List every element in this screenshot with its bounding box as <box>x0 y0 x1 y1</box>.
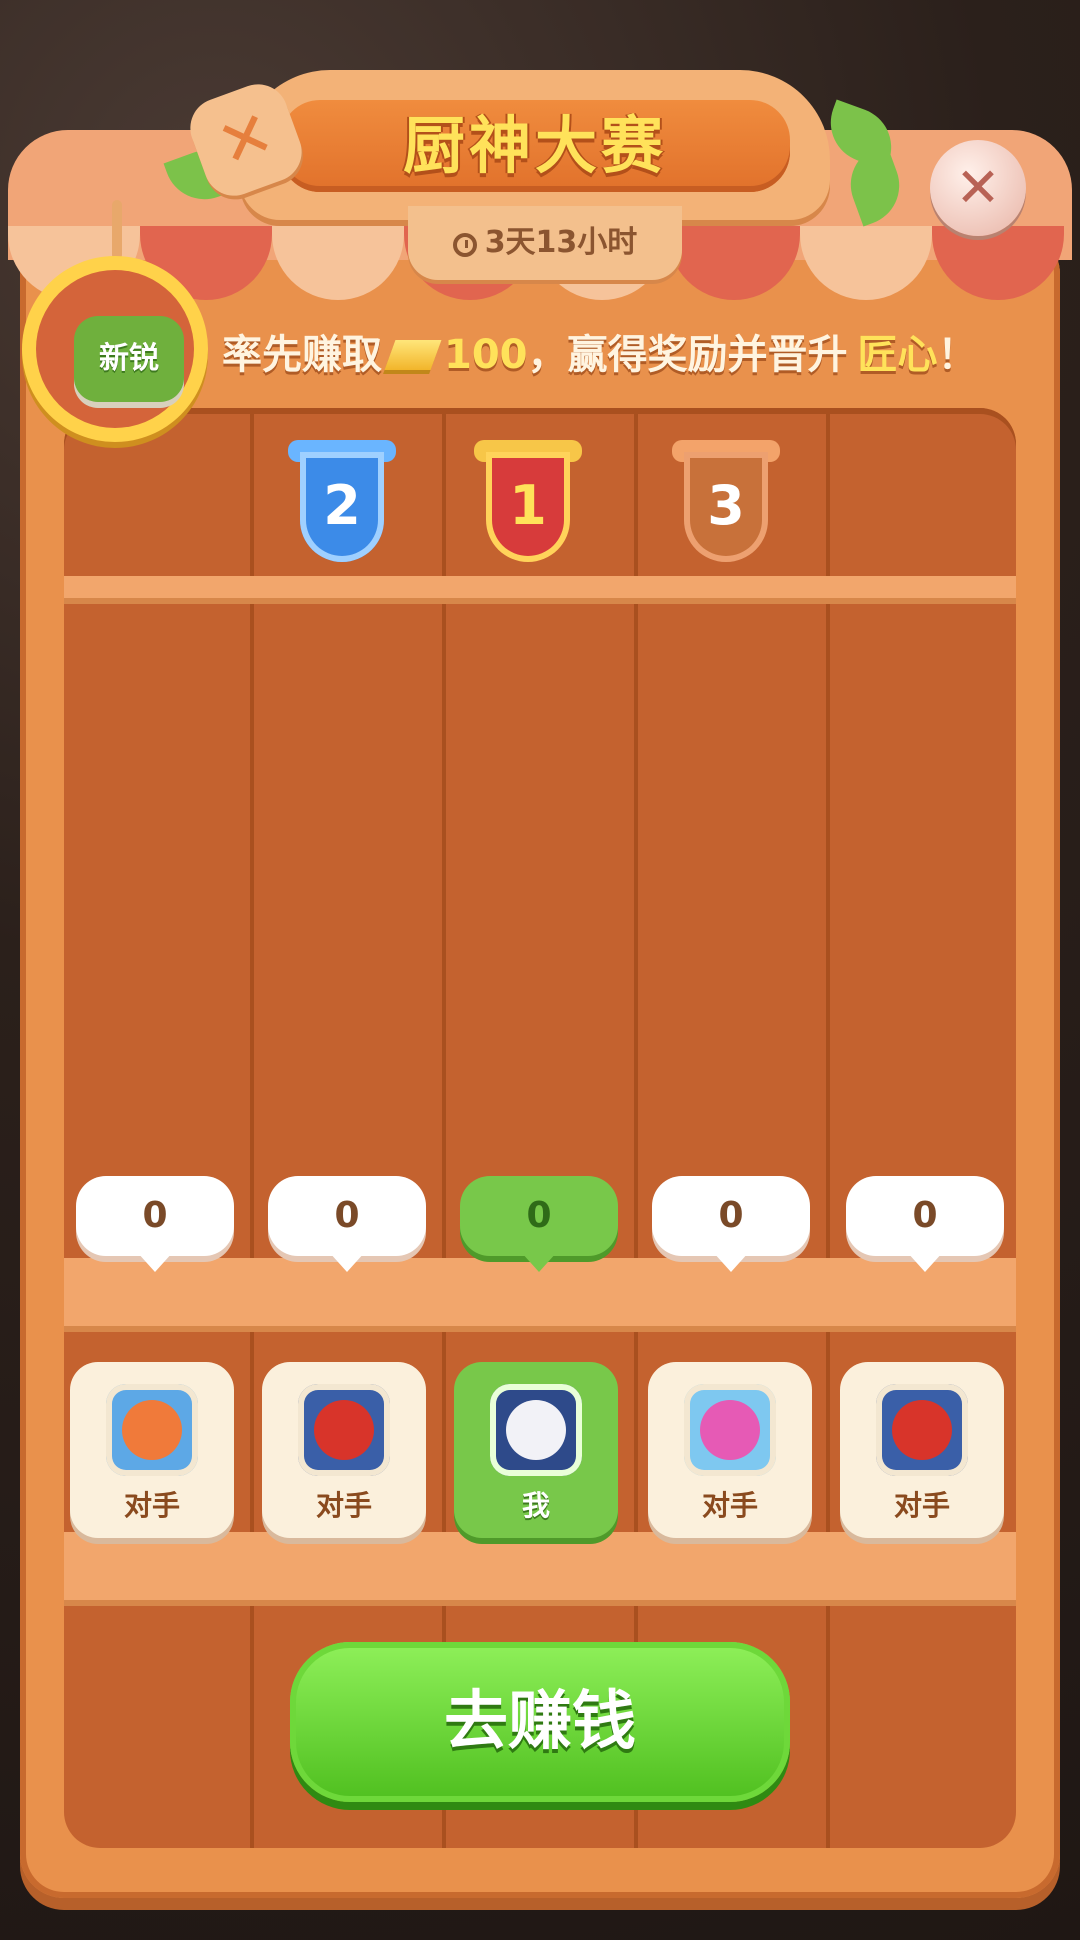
title-banner: 厨神大赛 <box>200 50 870 230</box>
my-player-card[interactable]: 我 <box>454 1362 618 1538</box>
current-rank-badge: 新锐 <box>22 256 208 442</box>
player-card[interactable]: 对手 <box>840 1362 1004 1538</box>
score-bubble: 0 <box>846 1176 1004 1272</box>
chef-hat-icon: 新锐 <box>74 316 184 402</box>
rank-1-ribbon: 1 <box>474 440 582 566</box>
gold-bar-icon <box>384 340 442 370</box>
player-avatar <box>298 1384 390 1476</box>
close-icon[interactable]: ✕ <box>930 140 1026 236</box>
top-shelf <box>64 576 1016 598</box>
timer-tab: 3天13小时 <box>408 206 682 280</box>
avatar-shelf <box>64 1532 1016 1600</box>
rank-3-ribbon: 3 <box>672 440 780 566</box>
close-button[interactable]: ✕ <box>930 140 1026 236</box>
page-title: 厨神大赛 <box>402 109 667 182</box>
score-bubble: 0 <box>268 1176 426 1272</box>
player-avatar <box>490 1384 582 1476</box>
score-bubble: 0 <box>76 1176 234 1272</box>
player-card[interactable]: 对手 <box>648 1362 812 1538</box>
player-avatar <box>684 1384 776 1476</box>
player-avatar <box>106 1384 198 1476</box>
player-card[interactable]: 对手 <box>262 1362 426 1538</box>
goal-text: 率先赚取 100，赢得奖励并晋升 匠心！ <box>222 332 978 378</box>
goal-amount: 100 <box>444 332 528 378</box>
rank-2-ribbon: 2 <box>288 440 396 566</box>
next-rank: 匠心 <box>857 332 938 378</box>
my-score-bubble: 0 <box>460 1176 618 1272</box>
player-avatar <box>876 1384 968 1476</box>
current-rank-label: 新锐 <box>99 341 159 376</box>
leaderboard-area <box>64 408 1016 1848</box>
player-card[interactable]: 对手 <box>70 1362 234 1538</box>
clock-icon <box>452 233 477 257</box>
countdown-text: 3天13小时 <box>484 225 638 260</box>
score-bubble: 0 <box>652 1176 810 1272</box>
earn-money-button[interactable]: 去赚钱 <box>290 1642 790 1802</box>
